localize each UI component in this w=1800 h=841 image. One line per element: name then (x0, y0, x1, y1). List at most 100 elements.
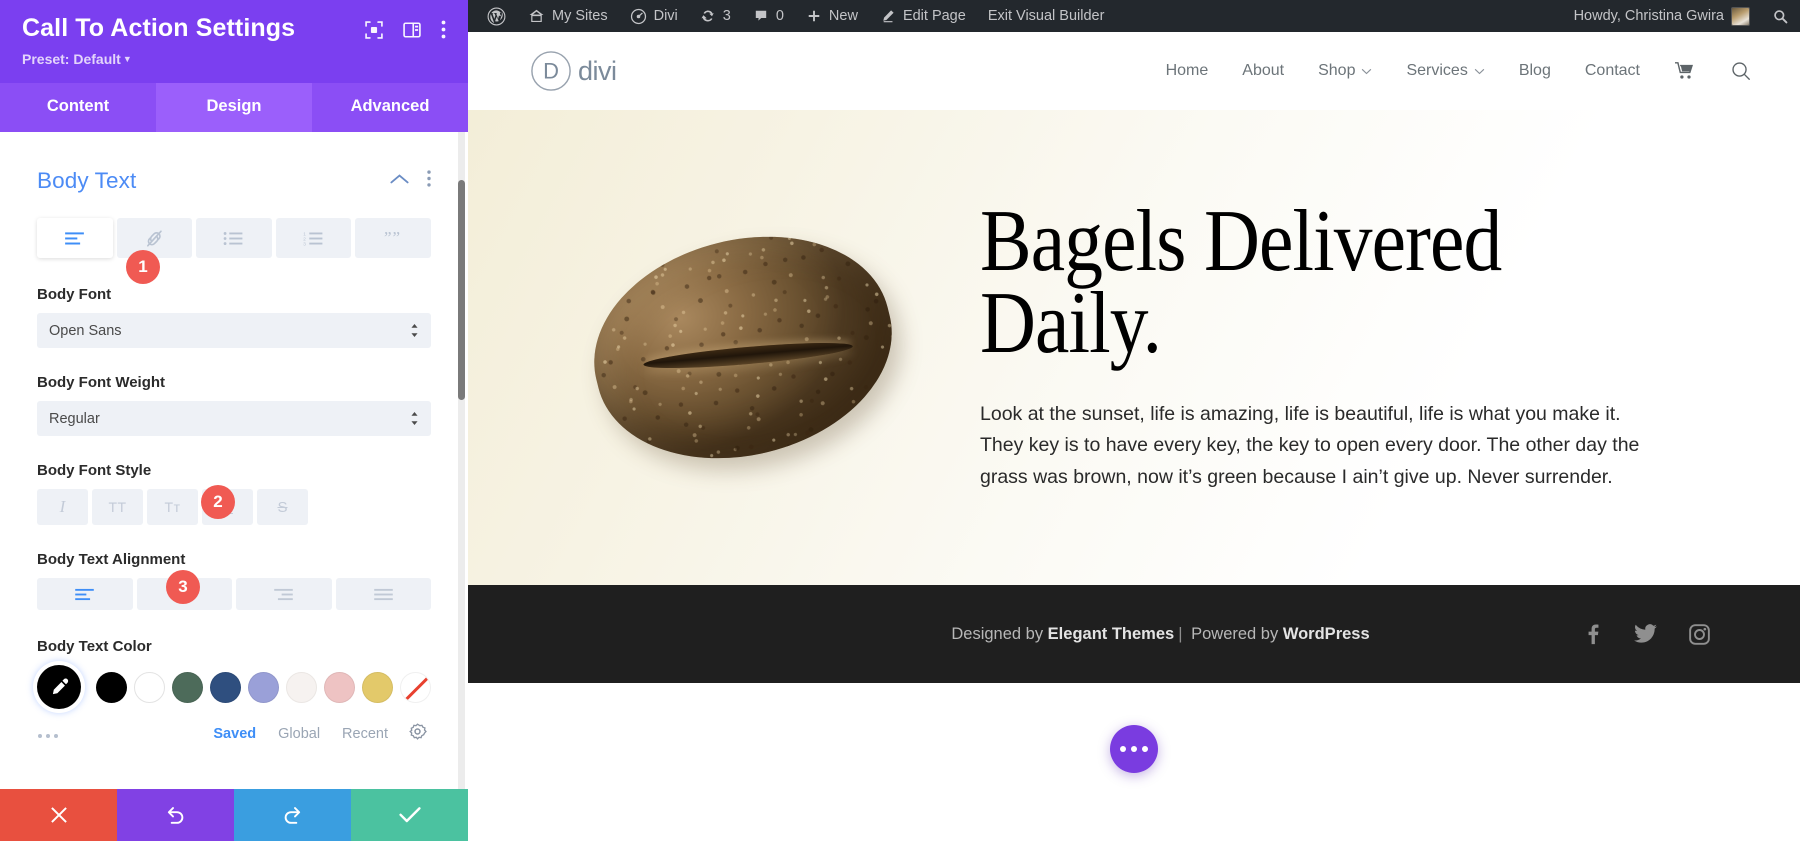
site-logo[interactable]: D divi (530, 50, 617, 92)
adminbar-item-updates[interactable]: 3 (689, 0, 742, 32)
palette-tab-global[interactable]: Global (278, 726, 320, 742)
color-swatch-periwinkle[interactable] (248, 671, 279, 703)
horizontal-dots-icon[interactable] (37, 724, 191, 744)
vertical-dots-icon[interactable] (441, 20, 446, 44)
twitter-icon[interactable] (1634, 624, 1657, 644)
footer-powered-by[interactable]: WordPress (1283, 625, 1370, 643)
gear-icon[interactable] (408, 722, 427, 746)
adminbar-item-comments[interactable]: 0 (742, 0, 795, 32)
nav-item-contact[interactable]: Contact (1585, 62, 1640, 80)
align-justify-button[interactable] (335, 578, 431, 610)
body-font-select[interactable]: Open Sans (37, 313, 431, 348)
adminbar-item-exit-visual-builder[interactable]: Exit Visual Builder (977, 0, 1116, 32)
color-swatch-black[interactable] (96, 671, 127, 703)
vertical-dots-icon[interactable] (427, 170, 431, 192)
search-icon[interactable] (1730, 60, 1752, 82)
nav-item-shop[interactable]: Shop (1318, 62, 1372, 80)
cancel-button[interactable] (0, 789, 117, 841)
tab-advanced[interactable]: Advanced (312, 83, 468, 132)
facebook-icon[interactable] (1583, 623, 1602, 645)
text-format-toolbar: 1 2 3 ” ” (37, 218, 431, 258)
eyedropper-icon[interactable] (37, 665, 81, 709)
field-label-text: Body Font Style (37, 462, 152, 479)
unordered-list-format-button[interactable] (196, 218, 272, 258)
redo-button[interactable] (234, 789, 351, 841)
undo-button[interactable] (117, 789, 234, 841)
body-font-label: Body Font (37, 286, 431, 303)
scrollbar-thumb[interactable] (458, 180, 465, 400)
adminbar-search-button[interactable] (1761, 0, 1800, 32)
adminbar-label: 0 (775, 8, 784, 24)
nav-label: Services (1406, 62, 1468, 79)
align-left-icon (75, 588, 95, 600)
adminbar-label: Divi (653, 8, 678, 24)
field-label-text: Body Font Weight (37, 374, 166, 391)
preset-selector[interactable]: Preset: Default ▼ (22, 51, 446, 67)
palette-tab-saved[interactable]: Saved (213, 726, 256, 742)
plus-icon (808, 10, 820, 22)
settings-header-row: Call To Action Settings (22, 14, 446, 44)
footer-designed-by[interactable]: Elegant Themes (1048, 625, 1175, 643)
settings-action-bar (0, 789, 468, 841)
ordered-list-format-button[interactable]: 1 2 3 (275, 218, 352, 258)
nav-item-home[interactable]: Home (1166, 62, 1209, 80)
adminbar-item-edit-page[interactable]: Edit Page (869, 0, 977, 32)
hero-body-text[interactable]: Look at the sunset, life is amazing, lif… (980, 399, 1640, 494)
font-style-italic-button[interactable]: I (37, 489, 88, 525)
color-swatch-none[interactable] (400, 671, 431, 703)
sites-icon (529, 9, 544, 22)
howdy-label: Howdy, Christina Gwira (1573, 8, 1724, 24)
module-settings-panel: Call To Action Settings Preset: Default … (0, 0, 468, 841)
font-style-strikethrough-button[interactable]: S (257, 489, 308, 525)
color-swatch-gold[interactable] (362, 671, 393, 703)
font-style-uppercase-button[interactable]: TT (92, 489, 143, 525)
paragraph-format-button[interactable] (37, 218, 113, 258)
nav-item-about[interactable]: About (1242, 62, 1284, 80)
adminbar-item-account[interactable]: Howdy, Christina Gwira (1563, 0, 1761, 32)
chevron-up-icon[interactable] (390, 172, 409, 190)
nav-item-blog[interactable]: Blog (1519, 62, 1551, 80)
color-swatch-navy[interactable] (210, 671, 241, 703)
uppercase-glyph: TT (108, 499, 127, 515)
wordpress-icon (487, 7, 506, 25)
page-title: Call To Action Settings (22, 14, 296, 42)
body-font-weight-select[interactable]: Regular (37, 401, 431, 436)
adminbar-item-new[interactable]: New (795, 0, 869, 32)
color-swatch-offwhite[interactable] (286, 671, 317, 703)
nav-item-services[interactable]: Services (1406, 62, 1485, 80)
svg-text:D: D (543, 59, 559, 84)
cta-module-hero[interactable]: Bagels Delivered Daily. Look at the suns… (468, 110, 1800, 585)
field-label-text: Body Font (37, 286, 112, 303)
link-format-button[interactable] (116, 218, 193, 258)
nav-label: Home (1165, 62, 1209, 79)
fab-dot (1142, 746, 1148, 752)
instagram-icon[interactable] (1689, 623, 1710, 645)
cart-icon[interactable] (1674, 61, 1696, 81)
adminbar-item-my-sites[interactable]: My Sites (517, 0, 619, 32)
font-style-smallcaps-button[interactable]: Tт (147, 489, 198, 525)
italic-glyph: I (59, 497, 66, 516)
nav-label: Contact (1584, 62, 1640, 79)
palette-tab-recent[interactable]: Recent (342, 726, 388, 742)
align-left-button[interactable] (37, 578, 133, 610)
save-button[interactable] (351, 789, 468, 841)
color-swatch-green[interactable] (172, 671, 203, 703)
tab-design[interactable]: Design (156, 83, 312, 132)
panel-layout-icon[interactable] (403, 21, 421, 44)
adminbar-item-wordpress-logo[interactable] (476, 0, 517, 32)
page-settings-fab[interactable] (1110, 725, 1158, 773)
check-icon (398, 807, 421, 823)
link-slash-icon (146, 229, 162, 247)
body-font-weight-value: Regular (49, 410, 100, 427)
blockquote-format-button[interactable]: ” ” (355, 218, 431, 258)
adminbar-label: Edit Page (902, 8, 966, 24)
tab-content[interactable]: Content (0, 83, 156, 132)
group-title: Body Text (37, 168, 137, 193)
adminbar-item-divi[interactable]: Divi (619, 0, 689, 32)
align-right-button[interactable] (236, 578, 332, 610)
color-swatch-pink[interactable] (324, 671, 355, 703)
comment-bubble-icon (755, 10, 767, 21)
color-swatch-white[interactable] (134, 671, 165, 703)
focus-target-icon[interactable] (365, 20, 383, 44)
align-right-icon (274, 588, 294, 600)
